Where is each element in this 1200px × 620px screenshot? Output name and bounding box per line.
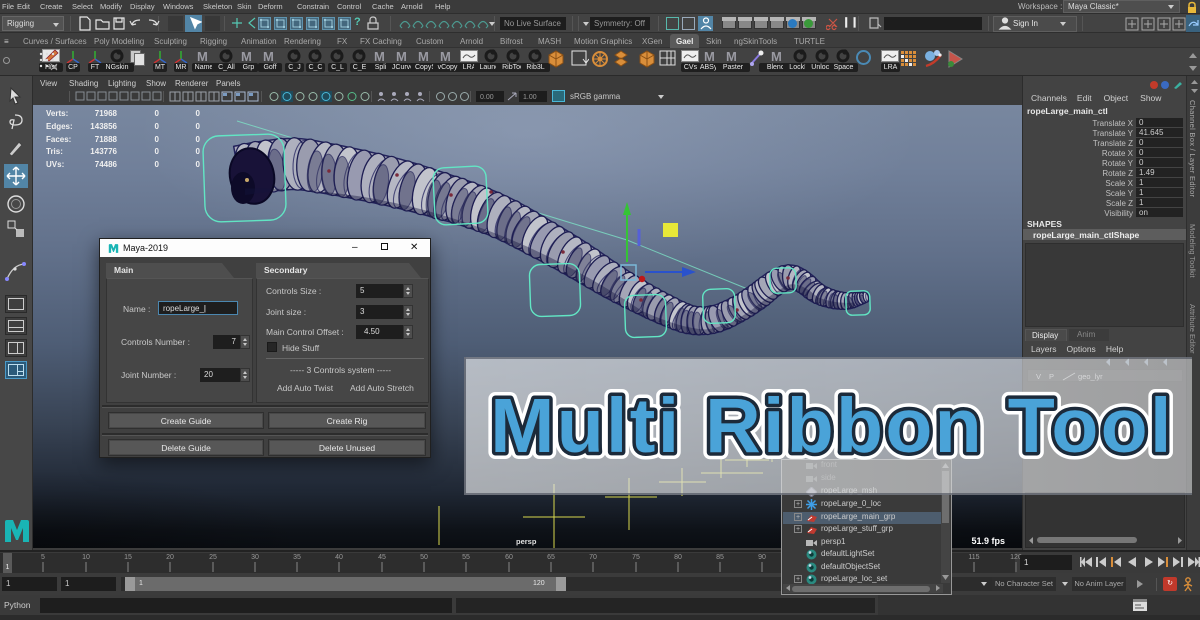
svg-text:Multi Ribbon Tool: Multi Ribbon Tool [490,383,1173,469]
svg-text:0: 0 [196,135,201,144]
svg-text:0: 0 [155,147,160,156]
svg-text:51.9 fps: 51.9 fps [971,536,1005,546]
svg-text:0: 0 [155,135,160,144]
svg-text:0: 0 [155,109,160,118]
svg-text:74486: 74486 [95,160,118,169]
svg-text:Tris:: Tris: [46,147,63,156]
svg-text:Edges:: Edges: [46,122,73,131]
svg-text:143856: 143856 [90,122,117,131]
svg-text:0: 0 [196,160,201,169]
svg-text:Faces:: Faces: [46,135,71,144]
svg-text:persp: persp [516,537,537,546]
svg-text:143776: 143776 [90,147,117,156]
svg-text:0: 0 [155,160,160,169]
svg-text:Verts:: Verts: [46,109,68,118]
svg-text:71888: 71888 [95,135,118,144]
svg-text:0: 0 [196,147,201,156]
svg-text:0: 0 [196,109,201,118]
svg-text:0: 0 [196,122,201,131]
svg-text:0: 0 [155,122,160,131]
svg-text:71968: 71968 [95,109,118,118]
svg-text:UVs:: UVs: [46,160,64,169]
